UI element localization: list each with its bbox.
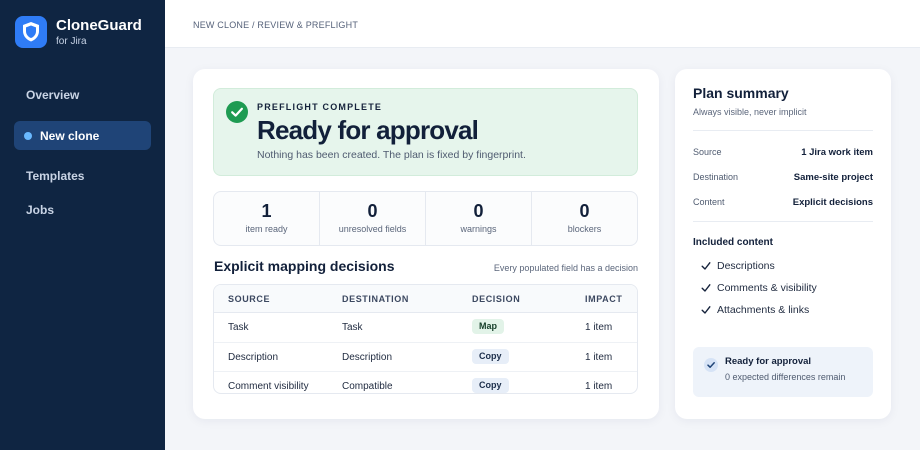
banner-eyebrow: PREFLIGHT COMPLETE xyxy=(257,102,383,112)
app-subtitle: for Jira xyxy=(56,35,87,47)
included-item: Attachments & links xyxy=(701,304,809,316)
stat-items-ready: 1 item ready xyxy=(214,192,320,245)
table-row[interactable]: Description Description Copy 1 item xyxy=(214,343,637,372)
check-icon xyxy=(701,306,711,314)
sidebar-item-label: Templates xyxy=(26,168,85,183)
summary-title: Plan summary xyxy=(693,85,789,101)
table-row[interactable]: Comment visibility Compatible Copy 1 ite… xyxy=(214,372,637,393)
sidebar-item-label: Overview xyxy=(26,87,80,102)
summary-label-source: Source xyxy=(693,147,722,157)
stats-row: 1 item ready 0 unresolved fields 0 warni… xyxy=(213,191,638,246)
stat-value: 0 xyxy=(579,201,590,221)
stat-value: 1 xyxy=(261,201,272,221)
mapping-note: Every populated field has a decision xyxy=(493,263,638,273)
sidebar-item-label: New clone xyxy=(40,128,100,143)
check-icon xyxy=(701,284,711,292)
summary-value-content: Explicit decisions xyxy=(792,197,873,208)
cell-source: Task xyxy=(228,322,249,333)
stat-label: unresolved fields xyxy=(338,224,407,234)
mapping-table: SOURCE DESTINATION DECISION IMPACT Task … xyxy=(213,284,638,394)
ready-description: 0 expected differences remain xyxy=(725,372,846,382)
included-content-title: Included content xyxy=(693,237,773,248)
stat-value: 0 xyxy=(367,201,378,221)
stat-label: item ready xyxy=(245,224,288,234)
check-circle-icon xyxy=(226,101,248,123)
ready-status-box: Ready for approval 0 expected difference… xyxy=(693,347,873,397)
column-header-source: SOURCE xyxy=(228,294,271,304)
active-dot-icon xyxy=(24,131,32,140)
sidebar-item-label: Jobs xyxy=(26,202,55,217)
stat-warnings: 0 warnings xyxy=(426,192,532,245)
ready-title: Ready for approval xyxy=(725,356,812,367)
breadcrumb: NEW CLONE / REVIEW & PREFLIGHT xyxy=(193,20,359,30)
check-circle-icon xyxy=(704,358,718,372)
sidebar-item-overview[interactable]: Overview xyxy=(14,80,151,109)
decision-badge: Copy xyxy=(472,348,509,364)
stat-value: 0 xyxy=(473,201,484,221)
preflight-banner: PREFLIGHT COMPLETE Ready for approval No… xyxy=(213,88,638,176)
table-row[interactable]: Task Task Map 1 item xyxy=(214,313,637,343)
banner-title: Ready for approval xyxy=(257,115,479,145)
column-header-impact: IMPACT xyxy=(585,294,623,304)
check-icon xyxy=(701,262,711,270)
included-item-label: Comments & visibility xyxy=(717,282,817,294)
summary-label-destination: Destination xyxy=(693,172,739,182)
plan-summary-card: Plan summary Always visible, never impli… xyxy=(675,69,891,419)
divider xyxy=(693,130,873,131)
stat-label: blockers xyxy=(567,224,602,234)
preflight-card: PREFLIGHT COMPLETE Ready for approval No… xyxy=(193,69,659,419)
shield-logo-icon xyxy=(15,16,47,48)
summary-label-content: Content xyxy=(693,197,725,207)
sidebar: CloneGuard for Jira Overview New clone T… xyxy=(0,0,165,450)
stat-blockers: 0 blockers xyxy=(532,192,637,245)
mapping-title: Explicit mapping decisions xyxy=(214,258,395,274)
sidebar-item-new-clone[interactable]: New clone xyxy=(14,121,151,150)
cell-impact: 1 item xyxy=(585,322,613,333)
cell-impact: 1 item xyxy=(585,381,613,392)
divider xyxy=(693,221,873,222)
included-item-label: Attachments & links xyxy=(717,304,810,316)
sidebar-item-templates[interactable]: Templates xyxy=(14,161,151,190)
summary-value-source: 1 Jira work item xyxy=(801,147,873,158)
included-item-label: Descriptions xyxy=(717,260,775,272)
decision-badge: Copy xyxy=(472,378,509,393)
included-item: Descriptions xyxy=(701,260,775,272)
cell-impact: 1 item xyxy=(585,351,613,363)
cell-source: Description xyxy=(228,351,279,363)
cell-destination: Compatible xyxy=(342,381,393,392)
sidebar-item-jobs[interactable]: Jobs xyxy=(14,195,151,224)
summary-subtitle: Always visible, never implicit xyxy=(693,107,807,117)
table-header: SOURCE DESTINATION DECISION IMPACT xyxy=(214,285,637,313)
topbar: NEW CLONE / REVIEW & PREFLIGHT xyxy=(165,0,920,48)
column-header-destination: DESTINATION xyxy=(342,294,409,304)
cell-source: Comment visibility xyxy=(228,381,309,392)
included-item: Comments & visibility xyxy=(701,282,817,294)
decision-badge: Map xyxy=(472,319,504,334)
app-name: CloneGuard xyxy=(56,16,142,34)
cell-destination: Task xyxy=(342,322,363,333)
brand[interactable]: CloneGuard for Jira xyxy=(15,16,142,48)
summary-value-destination: Same-site project xyxy=(793,172,873,183)
stat-unresolved-fields: 0 unresolved fields xyxy=(320,192,426,245)
banner-description: Nothing has been created. The plan is fi… xyxy=(257,149,526,161)
cell-destination: Description xyxy=(342,351,393,363)
stat-label: warnings xyxy=(460,224,497,234)
column-header-decision: DECISION xyxy=(472,294,521,304)
